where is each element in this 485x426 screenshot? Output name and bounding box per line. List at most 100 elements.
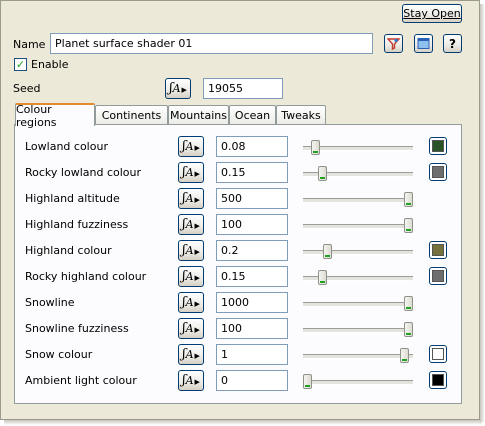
snowline-label: Snowline [25,296,75,309]
rocky-highland-colour-field[interactable]: 0.15 [216,266,288,287]
highland-altitude-function-button[interactable]: ʃA▶ [178,188,204,209]
row-lowland-colour: Lowland colour ʃA▶ 0.08 [15,136,463,158]
ambient-light-colour-slider-thumb[interactable] [303,374,312,389]
snow-colour-slider[interactable] [303,348,413,363]
tab-colour-regions[interactable]: Colour regions [15,103,95,129]
snowline-field[interactable]: 1000 [216,292,288,313]
lowland-colour-swatch [432,140,444,152]
ambient-light-colour-label: Ambient light colour [25,374,137,387]
help-button[interactable]: ? [443,34,462,53]
row-highland-altitude: Highland altitude ʃA▶ 500 [15,188,463,210]
ambient-light-colour-function-button[interactable]: ʃA▶ [178,370,204,391]
lowland-colour-slider-thumb[interactable] [311,140,320,155]
rocky-lowland-colour-swatch [432,166,444,178]
rocky-lowland-colour-slider-thumb[interactable] [318,166,327,181]
rocky-highland-colour-swatch-button[interactable] [429,267,447,285]
snowline-fuzziness-slider-thumb[interactable] [404,322,413,337]
snowline-function-button[interactable]: ʃA▶ [178,292,204,313]
ambient-light-colour-slider[interactable] [303,374,413,389]
function-icon: ʃA▶ [182,373,200,388]
snow-colour-slider-thumb[interactable] [400,348,409,363]
function-icon: ʃA▶ [182,217,200,232]
snow-colour-field[interactable]: 1 [216,344,288,365]
row-rocky-highland-colour: Rocky highland colour ʃA▶ 0.15 [15,266,463,288]
row-snowline-fuzziness: Snowline fuzziness ʃA▶ 100 [15,318,463,340]
snow-colour-swatch-button[interactable] [429,345,447,363]
function-icon: ʃA▶ [182,165,200,180]
tab-continents[interactable]: Continents [95,105,168,125]
snowline-fuzziness-field[interactable]: 100 [216,318,288,339]
highland-fuzziness-field[interactable]: 100 [216,214,288,235]
tab-ocean[interactable]: Ocean [229,105,276,125]
snowline-fuzziness-function-button[interactable]: ʃA▶ [178,318,204,339]
function-icon: ʃA▶ [182,295,200,310]
function-icon: ʃA▶ [182,139,200,154]
ambient-light-colour-field[interactable]: 0 [216,370,288,391]
function-icon: ʃA▶ [182,347,200,362]
check-icon: ✓ [15,58,26,71]
snow-colour-function-button[interactable]: ʃA▶ [178,344,204,365]
highland-colour-field[interactable]: 0.2 [216,240,288,261]
rocky-lowland-colour-swatch-button[interactable] [429,163,447,181]
lowland-colour-swatch-button[interactable] [429,137,447,155]
row-snowline: Snowline ʃA▶ 1000 [15,292,463,314]
filter-button[interactable] [384,34,403,53]
function-icon: ʃA▶ [169,81,187,96]
enable-label: Enable [31,58,69,71]
highland-colour-swatch [432,244,444,256]
seed-label: Seed [13,82,41,95]
lowland-colour-label: Lowland colour [25,140,108,153]
snowline-fuzziness-label: Snowline fuzziness [25,322,129,335]
row-rocky-lowland-colour: Rocky lowland colour ʃA▶ 0.15 [15,162,463,184]
filter-icon [387,38,400,50]
seed-field[interactable]: 19055 [203,78,283,99]
rocky-highland-colour-label: Rocky highland colour [25,270,147,283]
highland-fuzziness-slider[interactable] [303,218,413,233]
help-icon: ? [449,36,456,51]
rocky-highland-colour-function-button[interactable]: ʃA▶ [178,266,204,287]
snowline-slider-thumb[interactable] [404,296,413,311]
row-ambient-light-colour: Ambient light colour ʃA▶ 0 [15,370,463,392]
rocky-highland-colour-slider-thumb[interactable] [318,270,327,285]
highland-colour-slider[interactable] [303,244,413,259]
highland-colour-function-button[interactable]: ʃA▶ [178,240,204,261]
function-icon: ʃA▶ [182,269,200,284]
ambient-light-colour-swatch-button[interactable] [429,371,447,389]
function-icon: ʃA▶ [182,321,200,336]
seed-function-button[interactable]: ʃA▶ [165,78,191,99]
lowland-colour-function-button[interactable]: ʃA▶ [178,136,204,157]
rocky-lowland-colour-label: Rocky lowland colour [25,166,141,179]
ambient-light-colour-swatch [432,374,444,386]
rocky-lowland-colour-field[interactable]: 0.15 [216,162,288,183]
row-snow-colour: Snow colour ʃA▶ 1 [15,344,463,366]
stay-open-button[interactable]: Stay Open [402,4,462,23]
tab-mountains[interactable]: Mountains [168,105,229,125]
name-field[interactable]: Planet surface shader 01 [50,33,373,54]
rocky-lowland-colour-slider[interactable] [303,166,413,181]
highland-colour-swatch-button[interactable] [429,241,447,259]
highland-altitude-field[interactable]: 500 [216,188,288,209]
highland-colour-label: Highland colour [25,244,112,257]
highland-colour-slider-thumb[interactable] [323,244,332,259]
lowland-colour-slider[interactable] [303,140,413,155]
highland-altitude-label: Highland altitude [25,192,120,205]
rocky-lowland-colour-function-button[interactable]: ʃA▶ [178,162,204,183]
snow-colour-label: Snow colour [25,348,93,361]
highland-fuzziness-label: Highland fuzziness [25,218,129,231]
highland-altitude-slider[interactable] [303,192,413,207]
function-icon: ʃA▶ [182,191,200,206]
highland-fuzziness-slider-thumb[interactable] [404,218,413,233]
shader-window: Stay Open Name Planet surface shader 01 … [0,0,480,420]
rocky-highland-colour-swatch [432,270,444,282]
function-icon: ʃA▶ [182,243,200,258]
enable-checkbox[interactable]: ✓ [14,58,27,71]
row-highland-fuzziness: Highland fuzziness ʃA▶ 100 [15,214,463,236]
snowline-slider[interactable] [303,296,413,311]
window-button[interactable] [414,34,433,53]
highland-fuzziness-function-button[interactable]: ʃA▶ [178,214,204,235]
snowline-fuzziness-slider[interactable] [303,322,413,337]
tab-tweaks[interactable]: Tweaks [276,105,326,125]
rocky-highland-colour-slider[interactable] [303,270,413,285]
lowland-colour-field[interactable]: 0.08 [216,136,288,157]
highland-altitude-slider-thumb[interactable] [404,192,413,207]
